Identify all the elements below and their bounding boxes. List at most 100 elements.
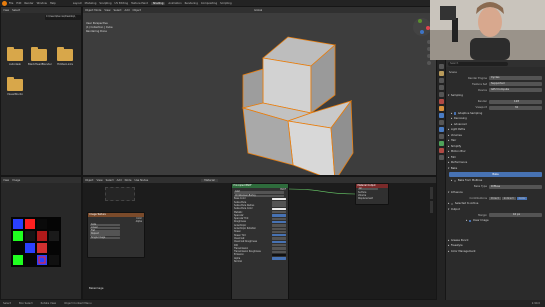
input-slider[interactable]	[272, 220, 286, 224]
texture-tab-icon[interactable]	[438, 155, 444, 160]
feature-set-dropdown[interactable]: Supported	[489, 82, 542, 86]
viewport-add-menu[interactable]: Add	[125, 9, 130, 12]
material-output-node[interactable]: Material Output All Surface Volume Displ…	[355, 183, 389, 205]
principled-bsdf-node[interactable]: Principled BSDF BSDF GGX Christensen-Bur…	[231, 183, 289, 299]
menu-help[interactable]: Help	[50, 2, 56, 5]
node-sidebar-tab[interactable]	[430, 187, 433, 199]
tab-modeling[interactable]: Modeling	[85, 2, 97, 5]
input-slider[interactable]	[272, 207, 286, 211]
menu-file[interactable]: File	[9, 2, 13, 5]
tab-animation[interactable]: Animation	[168, 2, 181, 5]
input-slider[interactable]	[272, 257, 286, 260]
bake-type-dropdown[interactable]: Diffuse	[489, 184, 542, 189]
tab-sculpting[interactable]: Sculpting	[99, 2, 111, 5]
clear-image-row[interactable]: Clear Image	[446, 218, 545, 224]
bake-section[interactable]: Bake	[446, 166, 545, 172]
tab-layout[interactable]: Layout	[73, 2, 82, 5]
viewport-samples-field[interactable]: 32	[489, 105, 542, 110]
input-slider[interactable]	[272, 240, 286, 244]
bake-button[interactable]: Bake	[449, 172, 542, 177]
object-tab-icon[interactable]	[438, 106, 444, 111]
output-tab-icon[interactable]	[438, 78, 444, 83]
input-slider[interactable]	[272, 250, 286, 253]
navigation-gizmo-icon[interactable]	[412, 17, 432, 37]
viewport-view-menu[interactable]: View	[104, 9, 110, 12]
image-editor-view-menu[interactable]: View	[3, 179, 9, 182]
direct-toggle[interactable]: Direct	[489, 196, 501, 200]
displacement-input[interactable]: Displacement	[358, 197, 373, 200]
render-tab-icon[interactable]	[438, 71, 444, 76]
viewport-select-menu[interactable]: Select	[114, 9, 122, 12]
node-object-selector[interactable]: Object	[85, 179, 93, 182]
view-layer-tab-icon[interactable]	[438, 85, 444, 90]
folder-label-visualstudio[interactable]: VisualStudio	[4, 93, 26, 96]
node-view-menu[interactable]: View	[96, 179, 102, 182]
tab-texture-paint[interactable]: Texture Paint	[131, 2, 148, 5]
menu-render[interactable]: Render	[24, 2, 33, 5]
properties-search-input[interactable]: Search	[448, 61, 508, 66]
emission-swatch[interactable]	[272, 253, 286, 257]
file-path-field[interactable]: C:\Users\Dennis\Desktop\	[45, 15, 81, 20]
node-select-menu[interactable]: Select	[106, 179, 114, 182]
color-management-section[interactable]: Color Management	[446, 249, 545, 255]
input-slider[interactable]	[272, 204, 286, 207]
image-texture-node[interactable]: Image Texture Color Alpha bake Linear Fl…	[87, 212, 145, 258]
node-output-alpha[interactable]: Alpha	[136, 220, 142, 223]
input-slider[interactable]	[272, 247, 286, 250]
folder-icon[interactable]	[7, 77, 23, 91]
transform-orientation[interactable]: Global	[254, 9, 262, 12]
blender-logo-icon[interactable]	[2, 0, 7, 6]
margin-field[interactable]: 16 px	[489, 213, 542, 217]
material-tab-icon[interactable]	[438, 148, 444, 153]
material-slot[interactable]: Material	[201, 178, 218, 182]
node-node-menu[interactable]: Node	[125, 179, 132, 182]
checkbox-icon[interactable]	[453, 112, 457, 115]
image-editor[interactable]: View Image	[0, 176, 82, 300]
3d-viewport[interactable]: Object Mode View Select Add Object Globa…	[82, 6, 437, 176]
folder-label-blackhead[interactable]: BlackHeadBlender	[28, 63, 52, 66]
folder-icon[interactable]	[31, 47, 47, 61]
render-engine-dropdown[interactable]: Cycles	[489, 76, 542, 80]
source-dropdown[interactable]: Single Image	[90, 236, 120, 240]
input-slider[interactable]	[272, 214, 286, 217]
viewport-object-menu[interactable]: Object	[133, 9, 141, 12]
scene-tab-icon[interactable]	[438, 92, 444, 97]
viewport-canvas[interactable]: User Perspective (1) Collection | Cube R…	[83, 13, 436, 175]
input-slider[interactable]	[272, 217, 286, 220]
folder-icon[interactable]	[57, 47, 73, 61]
tab-rendering[interactable]: Rendering	[185, 2, 198, 5]
input-slider[interactable]	[272, 227, 286, 230]
checkbox-icon[interactable]	[450, 202, 454, 205]
node-frame[interactable]	[105, 187, 135, 201]
mode-selector[interactable]: Object Mode	[85, 9, 101, 12]
file-browser-view-menu[interactable]: View	[3, 9, 9, 12]
node-sidebar-tab[interactable]	[430, 201, 433, 213]
base-color-swatch[interactable]	[272, 197, 286, 201]
menu-window[interactable]: Window	[37, 2, 47, 5]
tab-uv-editing[interactable]: UV Editing	[115, 2, 129, 5]
tab-shading[interactable]: Shading	[150, 1, 166, 5]
image-editor-image-menu[interactable]: Image	[12, 179, 20, 182]
indirect-toggle[interactable]: Indirect	[501, 196, 516, 200]
input-slider[interactable]	[272, 230, 286, 234]
modifier-tab-icon[interactable]	[438, 113, 444, 118]
checkbox-icon[interactable]	[453, 179, 457, 182]
device-dropdown[interactable]: GPU Compute	[489, 88, 542, 92]
physics-tab-icon[interactable]	[438, 127, 444, 132]
folder-icon[interactable]	[7, 47, 23, 61]
input-slider[interactable]	[272, 224, 286, 227]
baked-texture-image[interactable]	[11, 217, 61, 267]
tool-tab-icon[interactable]	[438, 64, 444, 69]
constraints-tab-icon[interactable]	[438, 134, 444, 139]
use-nodes-toggle[interactable]: Use Nodes	[134, 179, 148, 182]
shader-node-editor[interactable]: Object View Select Add Node Use Nodes Ma…	[82, 176, 437, 300]
input-slider[interactable]	[272, 237, 286, 240]
render-samples-field[interactable]: 128	[489, 99, 542, 104]
node-add-menu[interactable]: Add	[117, 179, 122, 182]
mesh-object[interactable]	[83, 13, 436, 176]
tab-compositing[interactable]: Compositing	[201, 2, 217, 5]
folder-label-hiddenlinks[interactable]: HiddenLinks	[54, 63, 76, 66]
tab-scripting[interactable]: Scripting	[220, 2, 232, 5]
color-toggle[interactable]: Color	[516, 196, 528, 200]
grid-icon[interactable]	[427, 61, 431, 65]
